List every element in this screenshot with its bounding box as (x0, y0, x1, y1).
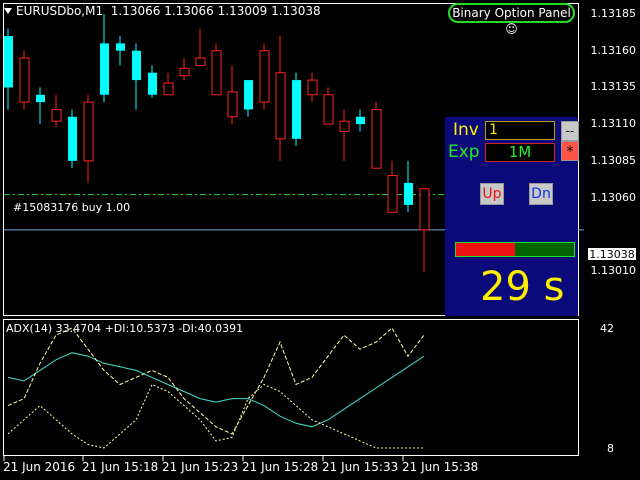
candle-body (275, 72, 286, 140)
price-tick-label: 1.13160 (590, 43, 637, 57)
candle-body (339, 120, 350, 132)
ohlc-values: 1.13066 1.13066 1.13009 1.13038 (110, 4, 321, 18)
candle-body (83, 101, 94, 162)
price-tick-label: 1.13110 (590, 117, 637, 131)
candle-body (36, 94, 45, 103)
expiration-input[interactable]: 1M (485, 143, 555, 162)
time-tick-label: 21 Jun 2016 (3, 460, 76, 474)
expiry-progress-bar (455, 242, 575, 257)
time-tick-label: 21 Jun 15:18 (82, 460, 159, 474)
candle-body (259, 50, 270, 103)
candle-body (19, 57, 30, 103)
candle-body (307, 79, 318, 96)
time-tick-label: 21 Jun 15:23 (162, 460, 239, 474)
candle-body (163, 82, 174, 96)
candle-body (211, 50, 222, 96)
time-tick-label: 21 Jun 15:28 (242, 460, 319, 474)
candle-body (419, 188, 430, 231)
price-tick-label: 1.13085 (590, 153, 637, 167)
expiry-progress-fill (456, 243, 515, 256)
candle-body (51, 108, 62, 122)
price-tick-label: 1.13185 (590, 7, 637, 20)
candle-body (68, 116, 77, 161)
countdown-timer: 29 s (480, 264, 565, 310)
current-price-label: 1.13038 (587, 247, 637, 261)
candle-body (356, 116, 365, 125)
chart-header: EURUSDbo,M1 1.13066 1.13066 1.13009 1.13… (0, 4, 321, 18)
candle-body (195, 57, 206, 66)
inv-label: Inv (453, 120, 479, 140)
minus-button[interactable]: -- (561, 121, 579, 141)
time-tick-label: 21 Jun 15:38 (402, 460, 479, 474)
candle-body (323, 94, 334, 125)
candle-body (132, 50, 141, 81)
candle-body (148, 72, 157, 95)
price-tick-label: 1.13010 (590, 264, 637, 277)
indicator-level-top: 42 (600, 322, 614, 335)
indicator-level-bottom: 8 (607, 442, 614, 455)
candle-body (116, 43, 125, 51)
exp-label: Exp (448, 142, 480, 162)
candle-body (100, 43, 109, 95)
candle-body (387, 175, 398, 213)
investment-input[interactable]: 1 (485, 121, 555, 140)
minus-di-line (7, 383, 424, 449)
order-label: #15083176 buy 1.00 (13, 201, 131, 214)
indicator-title: ADX(14) 33.4704 +DI:10.5373 -DI:40.0391 (6, 322, 244, 335)
candle-body (4, 36, 13, 88)
symbol-timeframe: EURUSDbo,M1 (16, 4, 104, 18)
binary-option-panel-button[interactable]: Binary Option Panel ☺ (448, 3, 575, 36)
price-tick-label: 1.13135 (590, 80, 637, 94)
candle-body (404, 182, 413, 205)
up-button[interactable]: Up (480, 183, 504, 205)
candle-body (244, 80, 253, 110)
symbol-dropdown-icon[interactable] (4, 8, 12, 14)
price-tick-label: 1.13060 (590, 190, 637, 204)
star-button[interactable]: * (561, 141, 579, 161)
adx-line (7, 352, 425, 428)
candle-body (371, 108, 382, 169)
plus-di-line (7, 327, 425, 435)
time-tick-label: 21 Jun 15:33 (322, 460, 399, 474)
candle-body (292, 80, 301, 139)
down-button[interactable]: Dn (529, 183, 553, 205)
candle-body (227, 91, 238, 118)
indicator-frame (3, 319, 579, 456)
candle-body (179, 67, 190, 77)
